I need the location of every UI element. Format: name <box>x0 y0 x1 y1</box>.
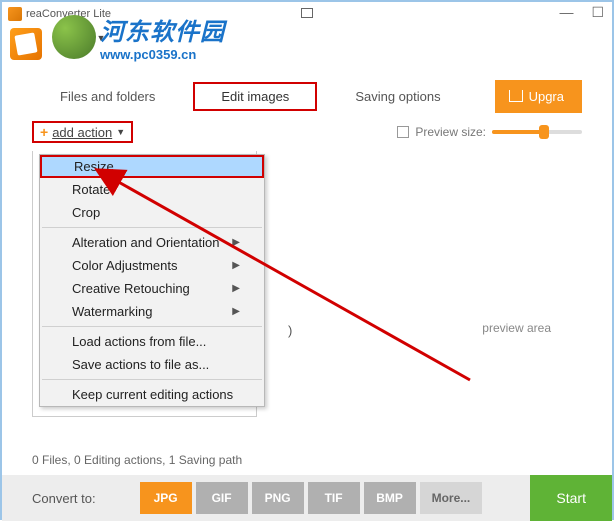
menu-label: Crop <box>72 205 100 220</box>
start-button[interactable]: Start <box>530 475 612 521</box>
format-more-button[interactable]: More... <box>420 482 483 514</box>
menu-item-alteration[interactable]: Alteration and Orientation ▶ <box>40 231 264 254</box>
format-bmp-button[interactable]: BMP <box>364 482 416 514</box>
cart-icon <box>509 90 523 102</box>
tabs: Files and folders Edit images Saving opt… <box>2 77 612 115</box>
menu-item-resize[interactable]: Resize <box>40 155 264 178</box>
menu-label: Creative Retouching <box>72 281 190 296</box>
slider-fill <box>492 130 542 134</box>
format-tif-button[interactable]: TIF <box>308 482 360 514</box>
convert-to-label: Convert to: <box>32 491 96 506</box>
menu-label: Load actions from file... <box>72 334 206 349</box>
menu-item-watermarking[interactable]: Watermarking ▶ <box>40 300 264 323</box>
menu-item-crop[interactable]: Crop <box>40 201 264 224</box>
menu-label: Color Adjustments <box>72 258 178 273</box>
menu-item-rotate[interactable]: Rotate <box>40 178 264 201</box>
watermark-logo <box>52 15 96 59</box>
preview-size-control: Preview size: <box>397 123 582 141</box>
status-bar: 0 Files, 0 Editing actions, 1 Saving pat… <box>2 445 612 475</box>
menu-separator <box>42 227 262 228</box>
watermark-url: www.pc0359.cn <box>100 47 225 62</box>
menu-label: Alteration and Orientation <box>72 235 219 250</box>
chevron-down-icon: ▼ <box>116 127 125 137</box>
menu-item-retouching[interactable]: Creative Retouching ▶ <box>40 277 264 300</box>
menu-item-load-actions[interactable]: Load actions from file... <box>40 330 264 353</box>
format-jpg-button[interactable]: JPG <box>140 482 192 514</box>
toolbar: + add action ▼ Preview size: <box>2 115 612 149</box>
menu-separator <box>42 379 262 380</box>
menu-label: Keep current editing actions <box>72 387 233 402</box>
add-action-button[interactable]: + add action ▼ <box>32 121 133 143</box>
bottombar: Convert to: JPG GIF PNG TIF BMP More... … <box>2 475 612 521</box>
add-action-menu: Resize Rotate Crop Alteration and Orient… <box>39 154 265 407</box>
menu-label: Save actions to file as... <box>72 357 209 372</box>
chevron-right-icon: ▶ <box>232 237 240 248</box>
app-logo <box>10 28 42 60</box>
chevron-right-icon: ▶ <box>232 283 240 294</box>
preview-area-label: preview area <box>482 321 551 335</box>
watermark-text: 河东软件园 <box>100 12 225 47</box>
upgrade-label: Upgra <box>529 89 564 104</box>
upgrade-button[interactable]: Upgra <box>495 80 582 113</box>
tab-edit-images[interactable]: Edit images <box>193 82 317 111</box>
menu-item-color[interactable]: Color Adjustments ▶ <box>40 254 264 277</box>
format-gif-button[interactable]: GIF <box>196 482 248 514</box>
window-controls: — ☐ <box>559 4 604 21</box>
center-paren: ) <box>288 323 292 338</box>
slider-handle[interactable] <box>539 125 549 139</box>
menu-item-keep-actions[interactable]: Keep current editing actions <box>40 383 264 406</box>
add-action-label: add action <box>52 125 112 140</box>
preview-size-checkbox[interactable] <box>397 126 409 138</box>
plus-icon: + <box>40 124 48 140</box>
menu-label: Rotate <box>72 182 110 197</box>
menu-label: Watermarking <box>72 304 152 319</box>
preview-size-label: Preview size: <box>415 125 486 139</box>
maximize-icon[interactable]: ☐ <box>591 4 604 21</box>
menu-separator <box>42 326 262 327</box>
preview-size-slider[interactable] <box>492 123 582 141</box>
app-icon-small <box>8 7 22 21</box>
chevron-right-icon: ▶ <box>232 306 240 317</box>
minimize-icon[interactable]: — <box>559 4 573 21</box>
tab-files[interactable]: Files and folders <box>32 82 183 111</box>
format-png-button[interactable]: PNG <box>252 482 304 514</box>
top-handle <box>301 8 313 18</box>
menu-item-save-actions[interactable]: Save actions to file as... <box>40 353 264 376</box>
watermark: 河东软件园 www.pc0359.cn <box>52 12 225 62</box>
tab-saving[interactable]: Saving options <box>327 82 468 111</box>
menu-label: Resize <box>74 159 114 174</box>
chevron-right-icon: ▶ <box>232 260 240 271</box>
